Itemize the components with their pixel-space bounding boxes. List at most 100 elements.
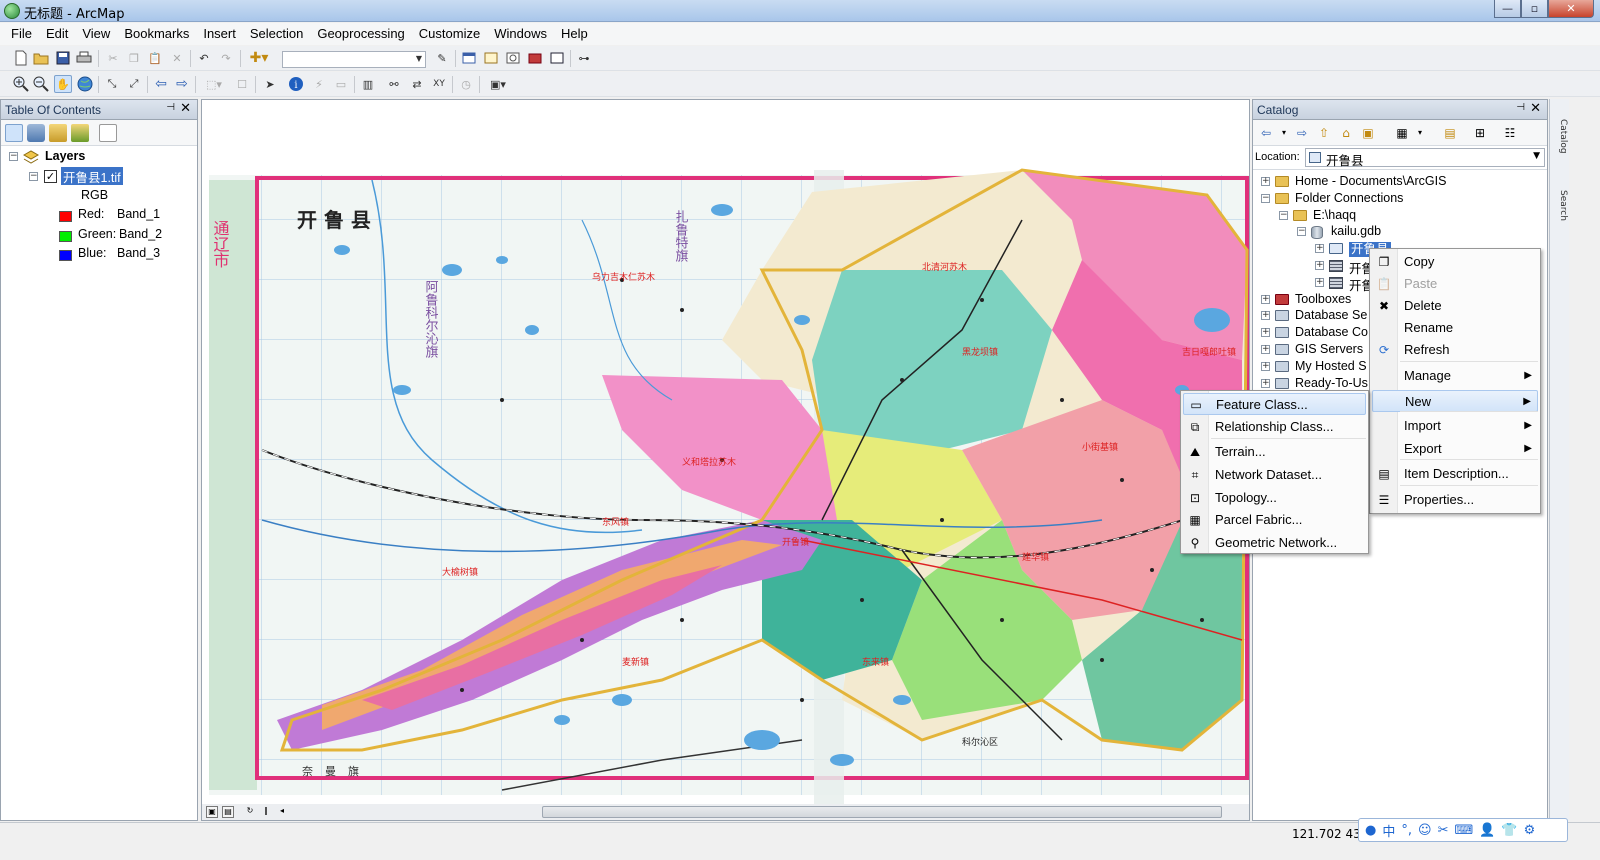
menu-item-rename[interactable]: Rename <box>1372 317 1538 339</box>
connect-folder-icon[interactable]: ▣ <box>1359 124 1377 142</box>
menu-insert[interactable]: Insert <box>196 23 243 45</box>
menu-file[interactable]: File <box>4 23 39 45</box>
tree-expander-icon[interactable]: + <box>1261 294 1270 304</box>
layout-view-icon[interactable]: ▤ <box>222 806 234 818</box>
arctoolbox-icon[interactable] <box>526 49 544 67</box>
tree-expander-icon[interactable]: + <box>1261 378 1270 388</box>
find-route-icon[interactable]: ⇄ <box>408 75 426 93</box>
toggle-contents-panel-icon[interactable]: ▤ <box>1441 124 1459 142</box>
scroll-left-icon[interactable]: ◂ <box>276 806 288 818</box>
python-window-icon[interactable] <box>548 49 566 67</box>
location-dropdown-arrow-icon[interactable]: ▼ <box>1533 151 1540 161</box>
ime-user-icon[interactable]: 👤 <box>1479 823 1495 838</box>
pan-hand-icon[interactable]: ✋ <box>54 75 72 93</box>
tree-expander-icon[interactable]: + <box>1261 177 1270 186</box>
fixed-zoom-in-icon[interactable]: ⤡ <box>103 75 121 93</box>
ime-mode[interactable]: 中 <box>1382 821 1395 840</box>
paste-icon[interactable]: 📋 <box>146 49 164 67</box>
new-network-dataset[interactable]: ⌗ Network Dataset... <box>1183 464 1366 486</box>
refresh-view-icon[interactable]: ↻ <box>244 806 256 818</box>
measure-icon[interactable]: ▥ <box>359 75 377 93</box>
tree-expander-icon[interactable]: + <box>1261 361 1270 371</box>
catalog-tree-item[interactable]: My Hosted S <box>1295 359 1367 377</box>
view-mode-dropdown-icon[interactable]: ▾ <box>1411 124 1429 142</box>
catalog-tree-item[interactable]: E:\haqq <box>1313 208 1356 226</box>
catalog-tree-item[interactable]: Home - Documents\ArcGIS <box>1295 174 1446 192</box>
find-binoculars-icon[interactable]: ⚯ <box>385 75 403 93</box>
back-extent-icon[interactable]: ⇦ <box>152 75 170 93</box>
catalog-back-icon[interactable]: ⇦ <box>1257 124 1275 142</box>
layers-group-label[interactable]: Layers <box>45 149 85 167</box>
pin-icon[interactable]: ⊣ <box>166 102 175 113</box>
fixed-zoom-out-icon[interactable]: ⤢ <box>125 75 143 93</box>
tree-expander-icon[interactable]: + <box>1315 244 1324 254</box>
layer-collapse-icon[interactable]: − <box>29 172 38 181</box>
new-topology[interactable]: ⊡ Topology... <box>1183 487 1366 509</box>
catalog-tree-item[interactable]: Toolboxes <box>1295 292 1351 310</box>
zoom-in-icon[interactable] <box>12 75 30 93</box>
ime-punct[interactable]: °, <box>1401 823 1412 838</box>
back-dropdown-icon[interactable]: ▾ <box>1275 124 1293 142</box>
map-scale-dropdown[interactable]: ▼ <box>282 51 426 68</box>
table-of-contents-window-icon[interactable] <box>460 49 478 67</box>
new-terrain[interactable]: ⛰ Terrain... <box>1183 441 1366 463</box>
menu-item-refresh[interactable]: ⟳ Refresh <box>1372 339 1538 361</box>
cut-icon[interactable]: ✂ <box>104 49 122 67</box>
menu-customize[interactable]: Customize <box>412 23 487 45</box>
menu-geoprocessing[interactable]: Geoprocessing <box>310 23 411 45</box>
blue-band-swatch[interactable] <box>59 250 72 261</box>
catalog-side-tab[interactable]: Catalog <box>1552 103 1568 169</box>
home-folder-icon[interactable]: ⌂ <box>1337 124 1355 142</box>
ime-scissors-icon[interactable]: ✂ <box>1438 823 1449 838</box>
editor-toolbar-icon[interactable]: ✎ <box>433 49 451 67</box>
close-button[interactable]: ✕ <box>1548 0 1594 18</box>
new-document-icon[interactable] <box>12 49 30 67</box>
menu-item-properties[interactable]: ☰ Properties... <box>1372 489 1538 511</box>
list-by-drawing-order-icon[interactable] <box>5 124 23 142</box>
ime-settings-icon[interactable]: ⚙ <box>1524 823 1536 838</box>
menu-help[interactable]: Help <box>554 23 595 45</box>
search-window-icon[interactable] <box>504 49 522 67</box>
list-by-visibility-icon[interactable] <box>49 124 67 142</box>
menu-item-manage[interactable]: Manage ▶ <box>1372 365 1538 387</box>
catalog-window-icon[interactable] <box>482 49 500 67</box>
catalog-close-icon[interactable]: ✕ <box>1530 101 1541 116</box>
menu-item-paste[interactable]: 📋 Paste <box>1372 273 1538 295</box>
go-to-xy-icon[interactable]: XY <box>430 75 448 93</box>
clear-selection-icon[interactable]: ☐ <box>233 75 251 93</box>
catalog-tree-item[interactable]: Database Se <box>1295 308 1367 326</box>
tree-expander-icon[interactable]: + <box>1315 261 1324 270</box>
full-extent-globe-icon[interactable] <box>76 75 94 93</box>
copy-icon[interactable]: ❐ <box>125 49 143 67</box>
catalog-tree-options-icon[interactable]: ☷ <box>1501 124 1519 142</box>
new-relationship-class[interactable]: ⧉ Relationship Class... <box>1183 416 1366 438</box>
menu-item-item-description[interactable]: ▤ Item Description... <box>1372 463 1538 485</box>
location-dropdown[interactable]: 开鲁县 ▼ <box>1305 148 1545 168</box>
minimize-button[interactable]: — <box>1494 0 1521 18</box>
hyperlink-icon[interactable]: ⚡ <box>310 75 328 93</box>
toc-close-icon[interactable]: ✕ <box>180 101 191 116</box>
menu-item-delete[interactable]: ✖ Delete <box>1372 295 1538 317</box>
add-data-icon[interactable]: ✚▾ <box>245 49 273 67</box>
menu-windows[interactable]: Windows <box>487 23 554 45</box>
undo-icon[interactable]: ↶ <box>195 49 213 67</box>
catalog-tree-item[interactable]: GIS Servers <box>1295 342 1363 360</box>
print-icon[interactable] <box>75 49 93 67</box>
layer-name[interactable]: 开鲁县1.tif <box>61 167 123 185</box>
menu-item-new[interactable]: New ▶ <box>1372 390 1538 412</box>
create-viewer-window-icon[interactable]: ▣▾ <box>484 75 512 93</box>
tree-expander-icon[interactable]: − <box>1261 193 1270 203</box>
layers-collapse-icon[interactable]: − <box>9 152 18 161</box>
map-display[interactable]: 开 鲁 县 通辽市 乌力吉木仁苏木 扎鲁特旗 阿鲁科尔沁旗 义和塔拉苏木 东风镇… <box>201 99 1250 807</box>
layer-visibility-checkbox[interactable]: ✓ <box>44 170 57 183</box>
save-icon[interactable] <box>54 49 72 67</box>
menu-item-import[interactable]: Import ▶ <box>1372 415 1538 437</box>
red-band-swatch[interactable] <box>59 211 72 222</box>
menu-item-copy[interactable]: ❐ Copy <box>1372 251 1538 273</box>
redo-icon[interactable]: ↷ <box>217 49 235 67</box>
identify-icon[interactable]: i <box>287 75 305 93</box>
map-view-scrollbar[interactable]: ▣ ▤ ↻ ‖ ◂ <box>201 804 1250 821</box>
ime-skin-icon[interactable]: 👕 <box>1501 823 1517 838</box>
green-band-swatch[interactable] <box>59 231 72 242</box>
menu-edit[interactable]: Edit <box>39 23 75 45</box>
